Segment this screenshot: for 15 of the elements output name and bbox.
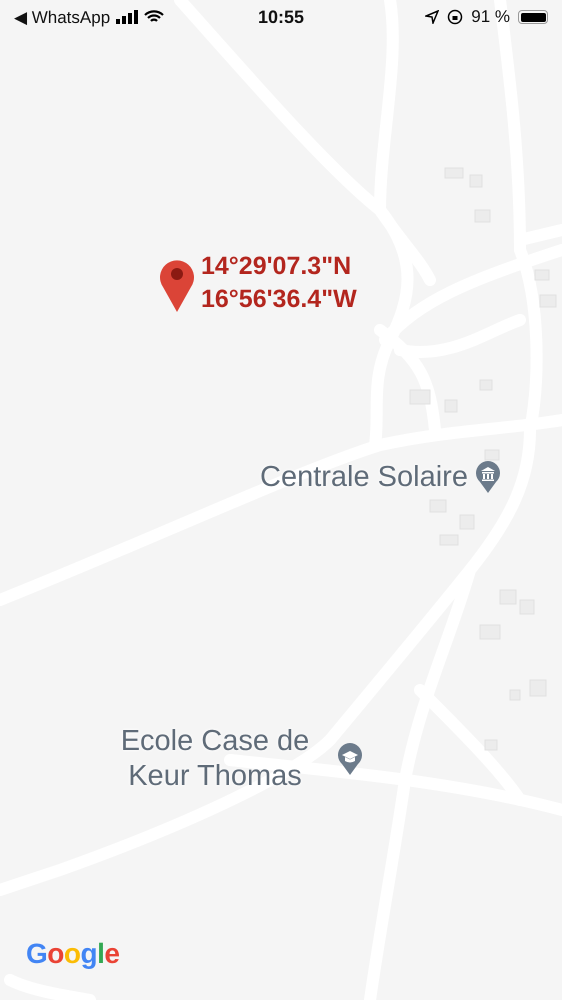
battery-icon	[518, 10, 548, 24]
place-label[interactable]: Centrale Solaire	[260, 460, 468, 495]
back-to-app-link[interactable]: ◀ WhatsApp	[14, 6, 110, 28]
place-label[interactable]: Ecole Case de Keur Thomas	[100, 724, 330, 794]
longitude-text: 16°56'36.4"W	[201, 285, 357, 314]
signal-icon	[116, 10, 138, 24]
columns-pin-icon	[474, 460, 502, 494]
rotation-lock-icon	[447, 9, 464, 25]
location-arrow-icon	[425, 10, 440, 24]
battery-percentage: 91 %	[471, 7, 510, 27]
wifi-icon	[144, 10, 164, 24]
clock-time: 10:55	[258, 6, 304, 28]
mortarboard-pin-icon	[336, 742, 364, 776]
google-logo: Google	[26, 938, 120, 970]
latitude-text: 14°29'07.3"N	[201, 252, 352, 281]
